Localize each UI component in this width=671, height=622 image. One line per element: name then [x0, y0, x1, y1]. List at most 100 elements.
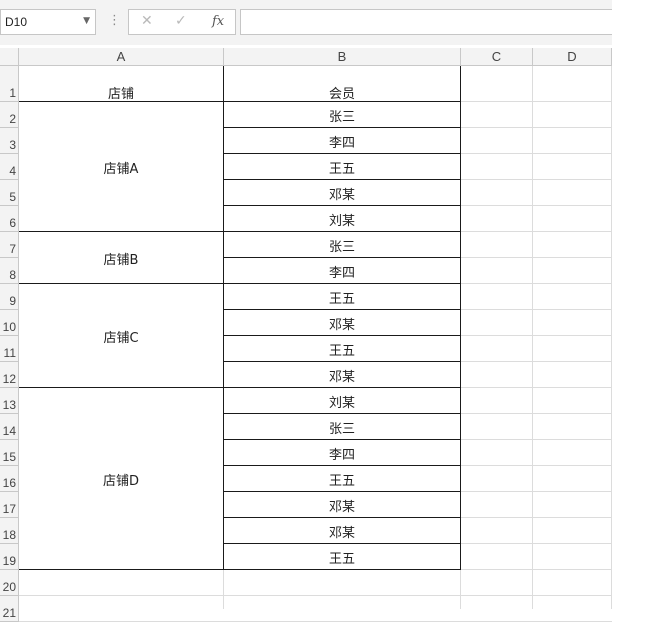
row-header-9[interactable]: 9: [0, 284, 19, 310]
cell-member[interactable]: 邓某: [224, 362, 461, 388]
row-header-11[interactable]: 11: [0, 336, 19, 362]
row-header-10[interactable]: 10: [0, 310, 19, 336]
select-all-corner[interactable]: [0, 48, 19, 66]
row-number: 7: [9, 242, 16, 256]
cell-member[interactable]: 李四: [224, 440, 461, 466]
cell-text: 刘某: [328, 214, 355, 229]
formula-input[interactable]: [240, 9, 612, 35]
row-header-16[interactable]: 16: [0, 466, 19, 492]
row-number: 9: [9, 294, 16, 308]
row-header-13[interactable]: 13: [0, 388, 19, 414]
cancel-icon[interactable]: ✕: [141, 13, 153, 29]
row-header-15[interactable]: 15: [0, 440, 19, 466]
column-header-d[interactable]: D: [533, 48, 612, 66]
cell-member[interactable]: 李四: [224, 128, 461, 154]
row-number: 18: [2, 528, 16, 542]
row-number: 17: [2, 502, 16, 516]
cell-text: 张三: [328, 240, 355, 255]
row-number: 4: [9, 164, 16, 178]
cell-member[interactable]: 刘某: [224, 388, 461, 414]
cell-member[interactable]: 王五: [224, 336, 461, 362]
row-header-17[interactable]: 17: [0, 492, 19, 518]
cell-member[interactable]: 王五: [224, 154, 461, 180]
row-number: 16: [2, 476, 16, 490]
row-number: 10: [2, 320, 16, 334]
cell-b1[interactable]: 会员: [224, 66, 461, 102]
cell-member[interactable]: 张三: [224, 232, 461, 258]
column-header-a[interactable]: A: [19, 48, 224, 66]
row-header-19[interactable]: 19: [0, 544, 19, 570]
cell-text: 会员: [328, 87, 355, 102]
cell-text: 张三: [328, 110, 355, 125]
cell-member[interactable]: 张三: [224, 102, 461, 128]
cell-text: 王五: [328, 292, 355, 307]
row-header-12[interactable]: 12: [0, 362, 19, 388]
cell-text: 刘某: [328, 396, 355, 411]
cell-text: 李四: [328, 136, 355, 151]
merged-cell-store[interactable]: 店铺B: [19, 232, 224, 284]
merged-cell-store[interactable]: 店铺A: [19, 102, 224, 232]
cell-text: 邓某: [328, 526, 355, 541]
cell-text: 邓某: [328, 500, 355, 515]
cell-text: 王五: [328, 162, 355, 177]
row-number: 21: [2, 606, 16, 620]
row-header-8[interactable]: 8: [0, 258, 19, 284]
cell-text: 王五: [328, 344, 355, 359]
cell-text: 邓某: [328, 318, 355, 333]
chevron-down-icon[interactable]: ▼: [83, 16, 90, 26]
cell-member[interactable]: 王五: [224, 284, 461, 310]
cell-member[interactable]: 邓某: [224, 310, 461, 336]
row-header-18[interactable]: 18: [0, 518, 19, 544]
row-number: 14: [2, 424, 16, 438]
column-header-b[interactable]: B: [224, 48, 461, 66]
row-number: 20: [2, 580, 16, 594]
formula-bar: D10 ▼ ⋮ ✕ ✓ fx: [0, 0, 612, 45]
cell-member[interactable]: 邓某: [224, 492, 461, 518]
more-options-icon[interactable]: ⋮: [108, 13, 121, 28]
row-number: 15: [2, 450, 16, 464]
row-number: 11: [3, 346, 16, 360]
gridline: [611, 66, 612, 609]
row-header-7[interactable]: 7: [0, 232, 19, 258]
cell-member[interactable]: 张三: [224, 414, 461, 440]
cell-text: 店铺C: [103, 331, 139, 346]
cell-text: 王五: [328, 552, 355, 567]
cell-a1[interactable]: 店铺: [19, 66, 224, 102]
merged-cell-store[interactable]: 店铺D: [19, 388, 224, 570]
cell-member[interactable]: 李四: [224, 258, 461, 284]
row-number: 3: [9, 138, 16, 152]
row-number: 8: [9, 268, 16, 282]
cell-text: 店铺A: [103, 162, 139, 177]
cell-text: 张三: [328, 422, 355, 437]
row-header-3[interactable]: 3: [0, 128, 19, 154]
row-header-1[interactable]: 1: [0, 66, 19, 102]
row-header-5[interactable]: 5: [0, 180, 19, 206]
row-number: 6: [9, 216, 16, 230]
column-header-c[interactable]: C: [461, 48, 533, 66]
row-header-20[interactable]: 20: [0, 570, 19, 596]
row-header-6[interactable]: 6: [0, 206, 19, 232]
cell-text: 李四: [328, 448, 355, 463]
cell-text: 邓某: [328, 370, 355, 385]
row-header-14[interactable]: 14: [0, 414, 19, 440]
merged-cell-store[interactable]: 店铺C: [19, 284, 224, 388]
gridline: [532, 66, 533, 609]
cell-text: 店铺B: [103, 253, 139, 268]
cell-member[interactable]: 王五: [224, 544, 461, 570]
row-header-21[interactable]: 21: [0, 596, 19, 622]
cell-text: 店铺: [107, 87, 134, 102]
row-header-2[interactable]: 2: [0, 102, 19, 128]
cell-member[interactable]: 刘某: [224, 206, 461, 232]
insert-function-icon[interactable]: fx: [212, 14, 224, 29]
confirm-icon[interactable]: ✓: [175, 13, 187, 29]
cell-member[interactable]: 王五: [224, 466, 461, 492]
cell-member[interactable]: 邓某: [224, 518, 461, 544]
name-box-value: D10: [5, 15, 28, 29]
cell-text: 李四: [328, 266, 355, 281]
name-box[interactable]: D10 ▼: [0, 9, 96, 35]
cell-member[interactable]: 邓某: [224, 180, 461, 206]
cell-text: 店铺D: [102, 474, 139, 489]
row-number: 5: [9, 190, 16, 204]
row-header-4[interactable]: 4: [0, 154, 19, 180]
row-number: 1: [9, 86, 16, 100]
